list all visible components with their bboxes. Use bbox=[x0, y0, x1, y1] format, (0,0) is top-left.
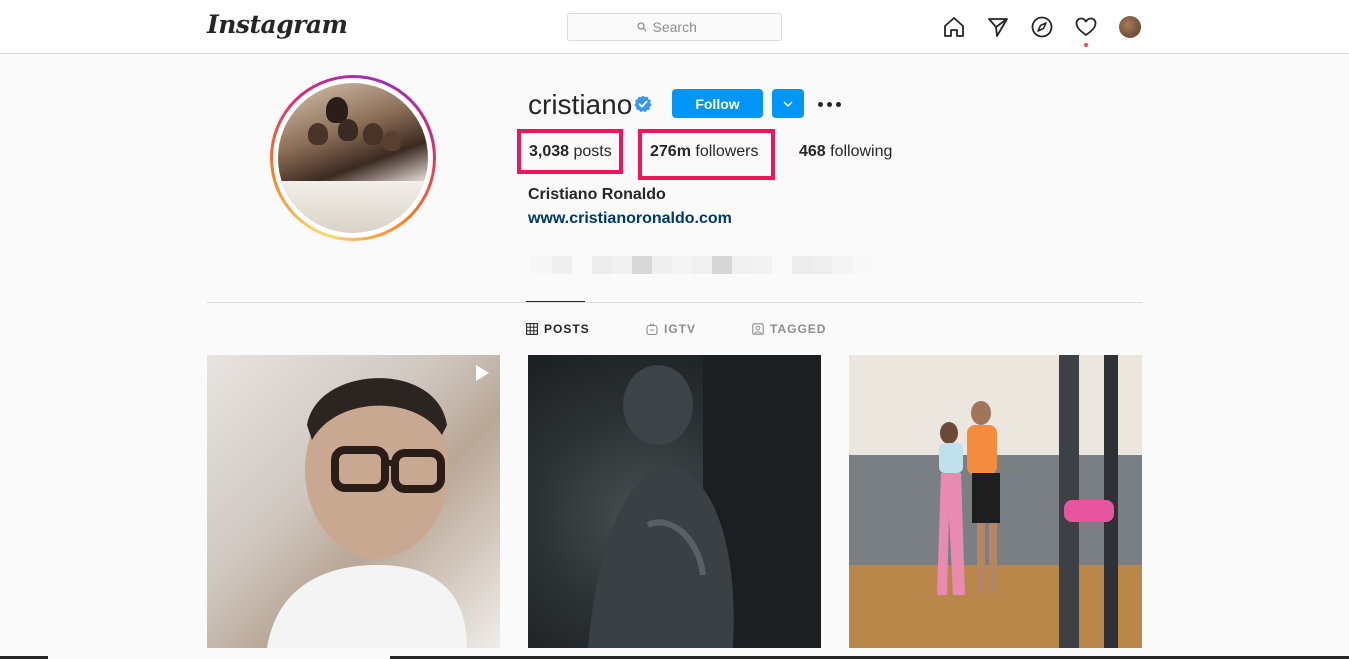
search-input[interactable] bbox=[652, 19, 713, 35]
active-tab-indicator bbox=[526, 301, 585, 302]
profile-website-link[interactable]: www.cristianoronaldo.com bbox=[528, 210, 732, 228]
post-thumbnail-1[interactable] bbox=[207, 355, 500, 648]
grid-icon bbox=[526, 323, 538, 335]
profile-full-name: Cristiano Ronaldo bbox=[528, 186, 666, 203]
more-options-icon[interactable] bbox=[818, 96, 842, 112]
following-count-stat[interactable]: 468 following bbox=[799, 143, 892, 161]
profile-picture[interactable] bbox=[270, 75, 436, 241]
profile-username: cristiano bbox=[528, 89, 633, 120]
verified-badge-icon bbox=[634, 95, 652, 113]
home-icon[interactable] bbox=[943, 15, 965, 39]
search-icon bbox=[636, 22, 647, 32]
search-box[interactable] bbox=[567, 13, 782, 41]
chevron-down-icon bbox=[783, 100, 793, 107]
activity-heart-icon[interactable] bbox=[1075, 15, 1097, 47]
tab-tagged[interactable]: TAGGED bbox=[752, 322, 826, 336]
nav-icons bbox=[943, 15, 1141, 47]
tab-posts[interactable]: POSTS bbox=[526, 322, 590, 336]
direct-icon[interactable] bbox=[987, 15, 1009, 39]
follow-button[interactable]: Follow bbox=[672, 89, 763, 118]
blurred-bio-line bbox=[530, 256, 892, 274]
profile-divider bbox=[207, 302, 1142, 303]
video-play-icon bbox=[476, 365, 489, 381]
tagged-icon bbox=[752, 323, 764, 335]
explore-icon[interactable] bbox=[1031, 15, 1053, 39]
post-thumbnail-2[interactable] bbox=[528, 355, 821, 648]
notification-dot bbox=[1084, 43, 1088, 47]
posts-highlight-box bbox=[517, 129, 623, 174]
post-thumbnail-3[interactable] bbox=[849, 355, 1142, 648]
top-navigation-bar: Instagram bbox=[0, 0, 1349, 54]
followers-highlight-box bbox=[638, 129, 775, 180]
profile-avatar[interactable] bbox=[1119, 15, 1141, 39]
igtv-icon bbox=[646, 323, 658, 335]
tab-igtv[interactable]: IGTV bbox=[646, 322, 696, 336]
instagram-logo[interactable]: Instagram bbox=[207, 10, 348, 39]
suggested-accounts-dropdown-button[interactable] bbox=[772, 89, 804, 118]
